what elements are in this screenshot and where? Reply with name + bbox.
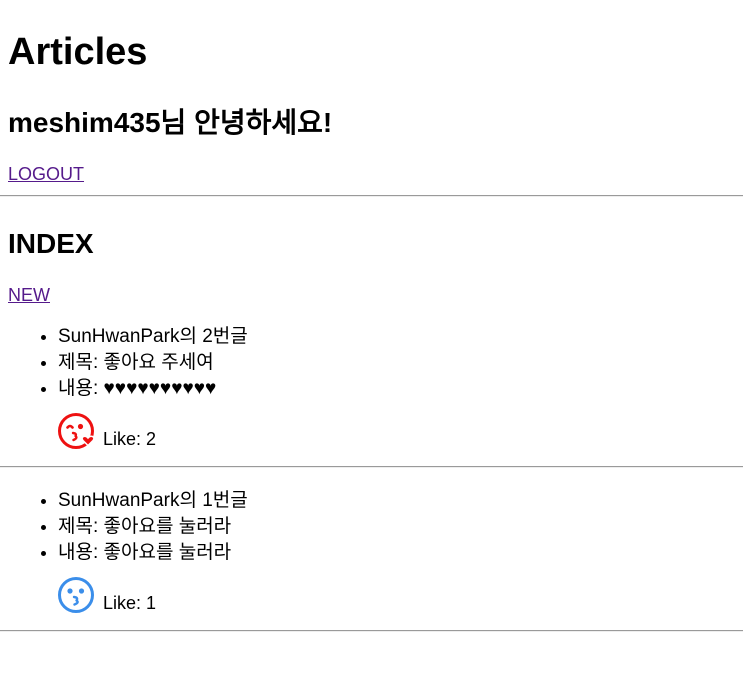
article-item: SunHwanPark의 1번글 제목: 좋아요를 눌러라 내용: 좋아요를 눌… — [8, 468, 735, 616]
new-article-link[interactable]: NEW — [8, 283, 50, 307]
index-title: INDEX — [8, 228, 94, 259]
article-content: 내용: 좋아요를 눌러라 — [58, 540, 735, 566]
page: Articles meshim435님 안녕하세요! LOGOUT INDEX … — [0, 0, 743, 632]
article-fields: SunHwanPark의 2번글 제목: 좋아요 주세여 내용: ♥♥♥♥♥♥♥… — [8, 324, 735, 402]
like-count: Like: 1 — [103, 593, 157, 613]
user-greeting: meshim435님 안녕하세요! — [8, 107, 333, 138]
article-fields: SunHwanPark의 1번글 제목: 좋아요를 눌러라 내용: 좋아요를 눌… — [8, 488, 735, 566]
like-row: Like: 1 — [57, 576, 735, 616]
article-title: 제목: 좋아요 주세여 — [58, 350, 735, 376]
divider — [0, 630, 743, 632]
page-title: Articles — [8, 31, 148, 73]
like-row: Like: 2 — [57, 412, 735, 452]
article-header: SunHwanPark의 2번글 — [58, 324, 735, 350]
article-item: SunHwanPark의 2번글 제목: 좋아요 주세여 내용: ♥♥♥♥♥♥♥… — [8, 307, 735, 452]
article-title: 제목: 좋아요를 눌러라 — [58, 514, 735, 540]
like-count: Like: 2 — [103, 429, 157, 449]
article-header: SunHwanPark의 1번글 — [58, 488, 735, 514]
article-content: 내용: ♥♥♥♥♥♥♥♥♥♥ — [58, 376, 735, 402]
kiss-icon[interactable] — [57, 576, 97, 616]
kiss-wink-heart-icon[interactable] — [57, 412, 97, 452]
logout-link[interactable]: LOGOUT — [8, 162, 84, 186]
